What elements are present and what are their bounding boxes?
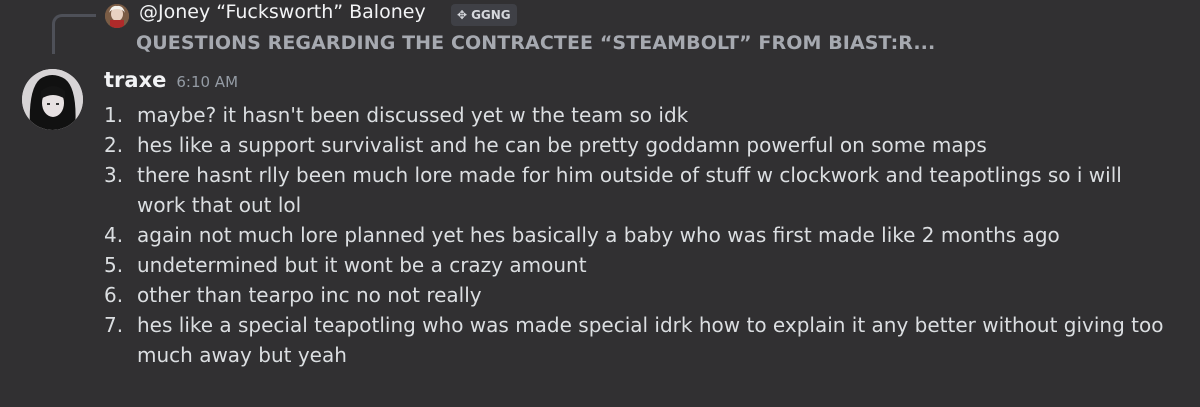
message-author-name[interactable]: traxe — [104, 68, 166, 92]
list-text: hes like a special teapotling who was ma… — [137, 313, 1164, 367]
list-item: 3. there hasnt rlly been much lore made … — [104, 160, 1174, 220]
list-text: maybe? it hasn't been discussed yet w th… — [137, 103, 689, 127]
list-text: again not much lore planned yet hes basi… — [137, 223, 1060, 247]
list-number: 7. — [104, 313, 124, 337]
list-item: 7. hes like a special teapotling who was… — [104, 310, 1174, 370]
list-item: 5. undetermined but it wont be a crazy a… — [104, 250, 1174, 280]
list-number: 6. — [104, 283, 124, 307]
reply-author-name[interactable]: @Joney “Fucksworth” Baloney — [139, 1, 426, 23]
list-item: 1. maybe? it hasn't been discussed yet w… — [104, 100, 1174, 130]
list-number: 5. — [104, 253, 124, 277]
message-timestamp[interactable]: 6:10 AM — [176, 73, 238, 91]
list-number: 4. — [104, 223, 124, 247]
reply-connector-line — [52, 14, 96, 54]
message-header: traxe 6:10 AM — [104, 68, 238, 92]
list-text: undetermined but it wont be a crazy amou… — [137, 253, 587, 277]
reply-preview-text[interactable]: QUESTIONS REGARDING THE CONTRACTEE “STEA… — [136, 32, 936, 54]
list-item: 2. hes like a support survivalist and he… — [104, 130, 1174, 160]
list-number: 3. — [104, 163, 124, 187]
author-avatar[interactable] — [22, 69, 83, 130]
list-text: hes like a support survivalist and he ca… — [137, 133, 987, 157]
list-text: other than tearpo inc no not really — [137, 283, 482, 307]
server-tag[interactable]: ✥ GGNG — [451, 4, 517, 26]
list-number: 2. — [104, 133, 124, 157]
list-item: 6. other than tearpo inc no not really — [104, 280, 1174, 310]
tag-icon: ✥ — [457, 8, 468, 22]
reply-author-avatar[interactable] — [105, 4, 129, 28]
list-text: there hasnt rlly been much lore made for… — [137, 163, 1122, 217]
server-tag-label: GGNG — [471, 8, 511, 22]
list-number: 1. — [104, 103, 124, 127]
numbered-answer-list: 1. maybe? it hasn't been discussed yet w… — [104, 100, 1174, 370]
list-item: 4. again not much lore planned yet hes b… — [104, 220, 1174, 250]
